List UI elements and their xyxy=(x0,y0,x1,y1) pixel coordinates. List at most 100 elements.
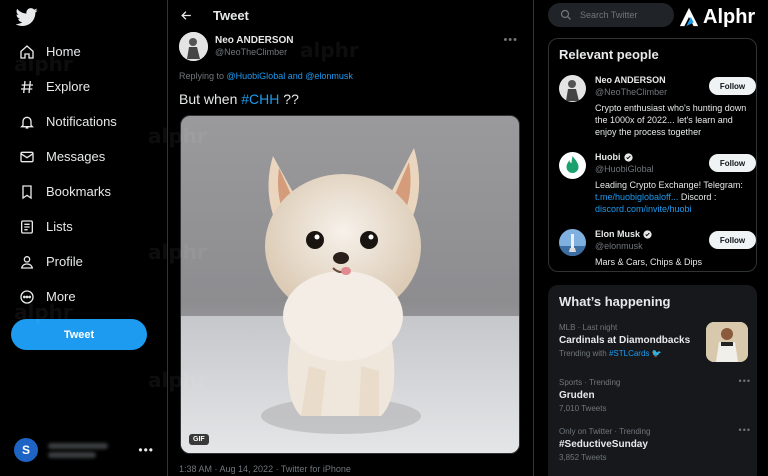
chihuahua-image xyxy=(181,148,519,453)
person-bio: Mars & Cars, Chips & Dips xyxy=(595,257,703,267)
person-name[interactable]: Elon Musk xyxy=(595,229,652,239)
nav-label-messages: Messages xyxy=(46,149,106,164)
trend-more-icon[interactable]: ••• xyxy=(739,376,751,386)
tweet-author: Neo ANDERSON @NeoTheClimber ••• xyxy=(179,32,524,62)
nav-item-notifications[interactable]: Notifications xyxy=(10,104,160,139)
home-icon xyxy=(18,43,36,61)
reply-user-link[interactable]: @elonmusk xyxy=(305,71,353,81)
bell-icon xyxy=(18,113,36,131)
person-handle[interactable]: @elonmusk xyxy=(595,241,643,251)
author-name[interactable]: Neo ANDERSON xyxy=(215,35,294,46)
person-bio: Leading Crypto Exchange! Telegram: t.me/… xyxy=(595,179,753,215)
nav-label-explore: Explore xyxy=(46,79,91,94)
trend-context: Sports · Trending xyxy=(559,378,621,387)
tweet-column: Tweet Neo ANDERSON @NeoTheClimber ••• Re… xyxy=(169,0,534,476)
nav-label-notifications: Notifications xyxy=(46,114,117,129)
trend-title: Gruden xyxy=(559,390,595,401)
nav-item-messages[interactable]: Messages xyxy=(10,139,160,174)
search-icon xyxy=(560,9,571,20)
nav-item-bookmarks[interactable]: Bookmarks xyxy=(10,174,160,209)
left-sidebar: Home Explore Notifications Messages Book… xyxy=(0,0,168,476)
back-arrow-icon[interactable] xyxy=(179,8,193,22)
gif-badge: GIF xyxy=(189,434,209,445)
tweet-more-icon[interactable]: ••• xyxy=(503,34,518,46)
avatar[interactable] xyxy=(559,75,586,102)
trend-item[interactable]: Only on Twitter · Trending #SeductiveSun… xyxy=(559,425,751,462)
reply-user-link[interactable]: @HuobiGlobal xyxy=(227,71,286,81)
primary-nav: Home Explore Notifications Messages Book… xyxy=(10,34,160,314)
avatar: S xyxy=(14,438,38,462)
trend-item[interactable]: Sports · Trending Gruden 7,010 Tweets ••… xyxy=(559,376,751,413)
avatar[interactable] xyxy=(559,229,586,256)
bio-link[interactable]: discord.com/invite/huobi xyxy=(595,204,692,214)
follow-button[interactable]: Follow xyxy=(709,154,756,172)
verified-badge-icon xyxy=(643,229,652,239)
trend-more-icon[interactable]: ••• xyxy=(739,425,751,435)
reply-prefix: Replying to xyxy=(179,71,227,81)
tweet-header: Tweet xyxy=(169,0,534,30)
twitter-bird-icon[interactable] xyxy=(16,6,38,28)
person-handle[interactable]: @HuobiGlobal xyxy=(595,164,654,174)
person-name[interactable]: Neo ANDERSON xyxy=(595,75,666,85)
follow-button[interactable]: Follow xyxy=(709,231,756,249)
trend-sub-prefix: Trending with xyxy=(559,349,609,358)
nav-item-explore[interactable]: Explore xyxy=(10,69,160,104)
tweet-timestamp: 1:38 AM · Aug 14, 2022 · Twitter for iPh… xyxy=(179,464,351,474)
more-circle-icon xyxy=(18,288,36,306)
search-input[interactable] xyxy=(580,10,670,20)
trend-context: Only on Twitter · Trending xyxy=(559,427,651,436)
cardinals-bird-icon: 🐦 xyxy=(651,349,662,358)
alphr-brand-logo: Alphr xyxy=(676,2,768,32)
person-bio: Crypto enthusiast who's hunting down the… xyxy=(595,103,747,137)
list-icon xyxy=(18,218,36,236)
verified-badge-icon xyxy=(623,152,633,162)
author-avatar[interactable] xyxy=(179,32,208,61)
relevant-people-panel: Relevant people Neo ANDERSON @NeoTheClim… xyxy=(548,38,757,272)
tweet-text-end: ?? xyxy=(279,91,299,107)
envelope-icon xyxy=(18,148,36,166)
nav-label-more: More xyxy=(46,289,76,304)
whats-happening-panel: What’s happening MLB · Last night Cardin… xyxy=(548,285,757,476)
trend-hashtag-link[interactable]: #STLCards xyxy=(609,349,649,358)
account-switcher[interactable]: S ••• xyxy=(14,436,160,464)
tweet-text-start: But when xyxy=(179,91,242,107)
panel-title: What’s happening xyxy=(559,294,671,309)
nav-label-bookmarks: Bookmarks xyxy=(46,184,112,199)
hashtag-icon xyxy=(18,78,36,96)
nav-item-more[interactable]: More xyxy=(10,279,160,314)
nav-item-lists[interactable]: Lists xyxy=(10,209,160,244)
person-name-text: Elon Musk xyxy=(595,229,641,239)
trend-count: 3,852 Tweets xyxy=(559,453,607,462)
nav-item-profile[interactable]: Profile xyxy=(10,244,160,279)
bio-text: Leading Crypto Exchange! Telegram: xyxy=(595,180,743,190)
nav-label-lists: Lists xyxy=(46,219,73,234)
follow-button[interactable]: Follow xyxy=(709,77,756,95)
bookmark-icon xyxy=(18,183,36,201)
reply-context: Replying to @HuobiGlobal and @elonmusk xyxy=(179,71,353,81)
nav-label-home: Home xyxy=(46,44,81,59)
page-title: Tweet xyxy=(213,7,249,23)
compose-tweet-button[interactable]: Tweet xyxy=(11,319,147,350)
panel-title: Relevant people xyxy=(559,47,659,62)
hashtag-link[interactable]: #CHH xyxy=(241,91,279,107)
trend-title: #SeductiveSunday xyxy=(559,439,648,450)
reply-and: and xyxy=(285,71,306,81)
search-bar[interactable] xyxy=(548,3,674,27)
avatar[interactable] xyxy=(559,152,586,179)
nav-label-profile: Profile xyxy=(46,254,83,269)
bio-link[interactable]: t.me/huobiglobaloff... xyxy=(595,192,678,202)
tweet-gif-media[interactable]: GIF xyxy=(180,115,520,454)
account-more-icon: ••• xyxy=(138,443,154,457)
person-handle[interactable]: @NeoTheClimber xyxy=(595,87,667,97)
tweet-text: But when #CHH ?? xyxy=(179,91,299,107)
brand-name: Alphr xyxy=(703,5,756,28)
nav-item-home[interactable]: Home xyxy=(10,34,160,69)
person-icon xyxy=(18,253,36,271)
trend-thumbnail[interactable] xyxy=(706,322,748,362)
person-name[interactable]: Huobi xyxy=(595,152,633,162)
person-name-text: Huobi xyxy=(595,152,621,162)
alphr-logo-icon xyxy=(679,7,699,27)
bio-text: Discord : xyxy=(678,192,717,202)
trend-count: 7,010 Tweets xyxy=(559,404,607,413)
author-handle[interactable]: @NeoTheClimber xyxy=(215,47,287,57)
